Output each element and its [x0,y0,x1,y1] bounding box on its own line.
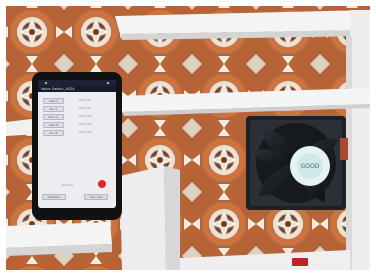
switch-state-3: Switch OFF [79,115,92,118]
switch-state-4: Switch OFF [79,123,92,126]
switch-row-2: Fan on Switch ON [43,106,113,112]
switch-row-4: Light off Switch OFF [43,122,113,128]
fan-off-button[interactable]: Fan off [43,130,64,136]
light-on-button[interactable]: Light on [43,98,64,104]
switch-state-2: Switch ON [79,107,91,110]
switch-state-1: Switch ON [79,99,91,102]
red-component [292,258,308,266]
white-board-bottom-ledge [6,222,112,248]
light-off-button[interactable]: Light off [43,122,64,128]
motor-on-button[interactable]: Motor on [43,114,64,120]
bluetooth-button[interactable]: Bluetooth [42,194,66,200]
switch-row-5: Fan off Switch OFF [43,130,113,136]
status-text: Not ready [62,184,74,187]
switch-state-5: Switch OFF [79,131,92,134]
app-title: Voice Switch_4024 [38,86,116,92]
fan-on-button[interactable]: Fan on [43,106,64,112]
switch-row-3: Motor on Switch OFF [43,114,113,120]
fan-label-text: GOOD [301,163,320,170]
cooling-fan: GOOD [246,116,348,210]
record-indicator-icon[interactable] [98,180,106,188]
voice-input-button[interactable]: Voice input [84,194,108,200]
switch-row-1: Light on Switch ON [43,98,113,104]
app-screen: Voice Switch_4024 Light on Switch ON Fan… [38,86,116,208]
white-board-lower-stand [120,166,166,270]
white-board-right-post [350,10,370,270]
